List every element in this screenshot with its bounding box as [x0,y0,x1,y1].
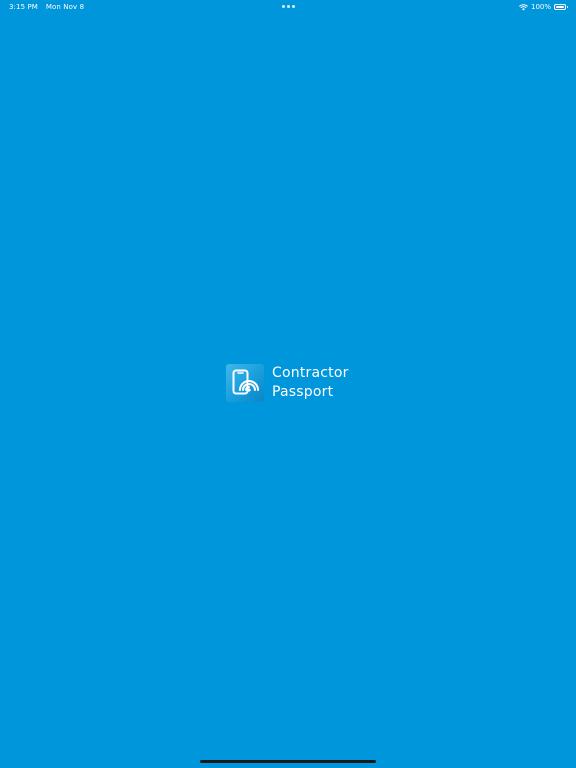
home-indicator[interactable] [200,760,376,763]
multitasking-dots-icon[interactable] [282,5,295,8]
battery-level [556,6,564,8]
status-date: Mon Nov 8 [45,3,85,11]
battery-percent: 100% [530,3,551,11]
status-indicators: 100% [519,3,568,11]
phone-nfc-icon [226,364,264,402]
status-time-date: 3:15 PM Mon Nov 8 [9,3,84,11]
status-bar: 3:15 PM Mon Nov 8 100% [0,0,576,14]
splash-logo: Contractor Passport [226,364,349,402]
battery-icon [554,4,568,10]
app-name-line2: Passport [272,384,334,400]
app-name-line1: Contractor [272,365,349,381]
app-name: Contractor Passport [272,364,349,402]
status-time: 3:15 PM [9,3,38,11]
wifi-icon [519,3,528,10]
